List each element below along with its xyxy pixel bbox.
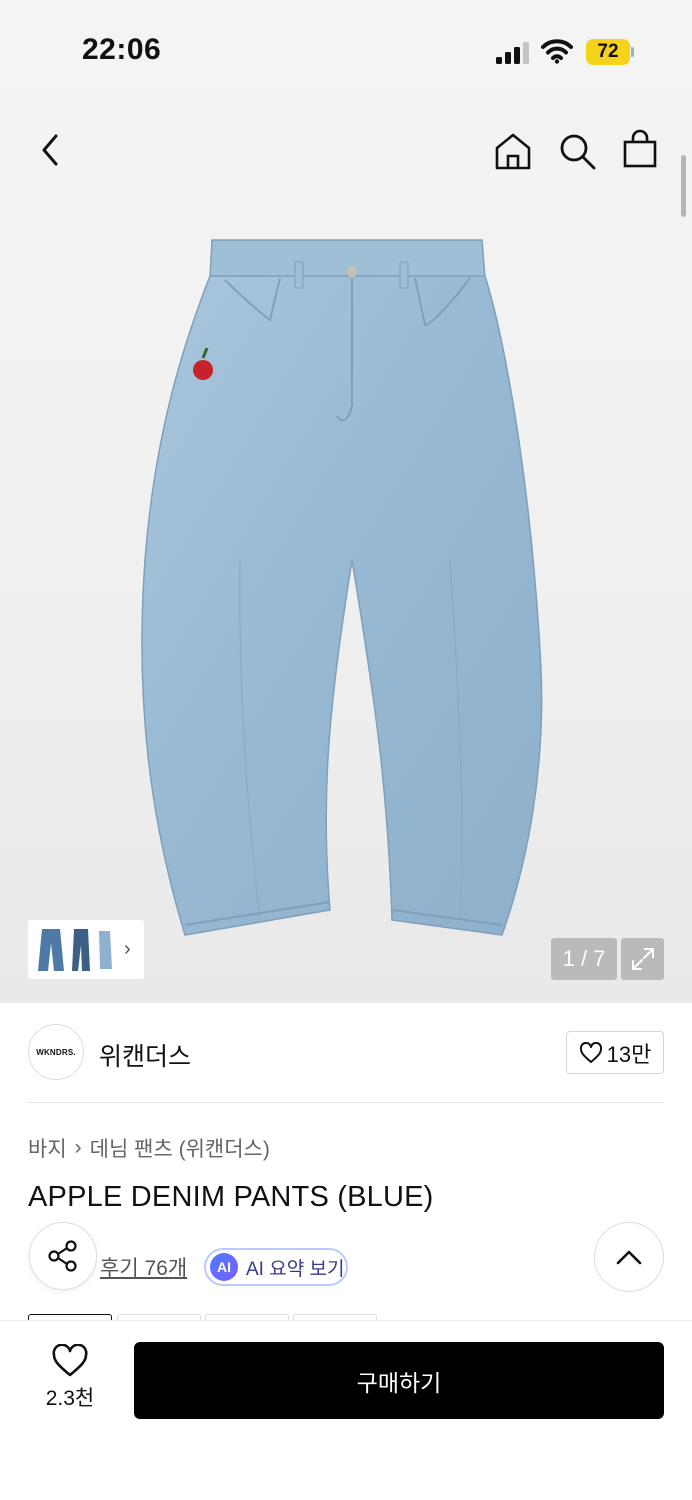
wishlist-button[interactable]: 2.3천	[30, 1344, 110, 1414]
thumbnail-front[interactable]	[36, 927, 66, 973]
breadcrumb-subcategory[interactable]: 데님 팬츠 (위캔더스)	[90, 1133, 270, 1163]
thumbnail-back[interactable]	[96, 927, 114, 973]
battery-indicator: 72	[586, 39, 634, 65]
chevron-up-icon	[616, 1250, 642, 1265]
brand-logo[interactable]: WKNDRS.	[28, 1024, 84, 1080]
thumbnail-side[interactable]	[70, 927, 92, 973]
heart-icon	[579, 1041, 602, 1063]
breadcrumb-chevron-icon: ›	[74, 1136, 82, 1159]
search-button[interactable]	[554, 128, 600, 174]
share-icon	[48, 1240, 77, 1272]
brand-logo-text: WKNDRS.	[36, 1047, 76, 1057]
battery-tip	[631, 47, 634, 57]
expand-icon	[631, 948, 654, 970]
brand-name[interactable]: 위캔더스	[99, 1037, 191, 1073]
status-time: 22:06	[82, 33, 162, 66]
chevron-right-icon: ›	[124, 938, 131, 960]
wishlist-count: 2.3천	[45, 1387, 95, 1410]
home-icon	[495, 133, 531, 170]
breadcrumb: 바지 › 데님 팬츠 (위캔더스)	[28, 1133, 270, 1163]
wifi-icon	[541, 39, 573, 64]
brand-like-button[interactable]: 13만	[566, 1031, 664, 1074]
divider	[28, 1102, 664, 1103]
scroll-top-button[interactable]	[594, 1222, 664, 1292]
back-button[interactable]	[30, 128, 70, 172]
cart-button[interactable]	[617, 126, 663, 172]
status-bar: 22:06 72	[0, 0, 692, 100]
image-counter: 1 / 7	[551, 938, 617, 980]
buy-button[interactable]: 구매하기	[134, 1342, 664, 1419]
signal-icon	[496, 42, 529, 64]
breadcrumb-category[interactable]: 바지	[28, 1133, 67, 1163]
heart-icon	[52, 1344, 88, 1377]
product-hero: 22:06 72 › 1 / 7	[0, 0, 692, 1003]
expand-button[interactable]	[621, 938, 664, 980]
ai-summary-label: AI 요약 보기	[246, 1258, 345, 1280]
home-button[interactable]	[490, 128, 536, 174]
thumbnail-strip[interactable]: ›	[28, 920, 144, 979]
share-button[interactable]	[29, 1222, 97, 1290]
battery-level: 72	[586, 39, 630, 65]
ai-badge-icon: AI	[210, 1253, 238, 1281]
scroll-indicator	[681, 155, 686, 217]
brand-like-count: 13만	[606, 1041, 652, 1067]
product-title: APPLE DENIM PANTS (BLUE)	[28, 1181, 434, 1213]
shopping-bag-icon	[623, 129, 657, 168]
reviews-link[interactable]: 후기 76개	[100, 1252, 187, 1282]
product-image[interactable]	[130, 230, 570, 945]
search-icon	[560, 134, 596, 170]
ai-summary-button[interactable]: AI AI 요약 보기	[204, 1248, 348, 1286]
chevron-left-icon	[42, 134, 58, 166]
